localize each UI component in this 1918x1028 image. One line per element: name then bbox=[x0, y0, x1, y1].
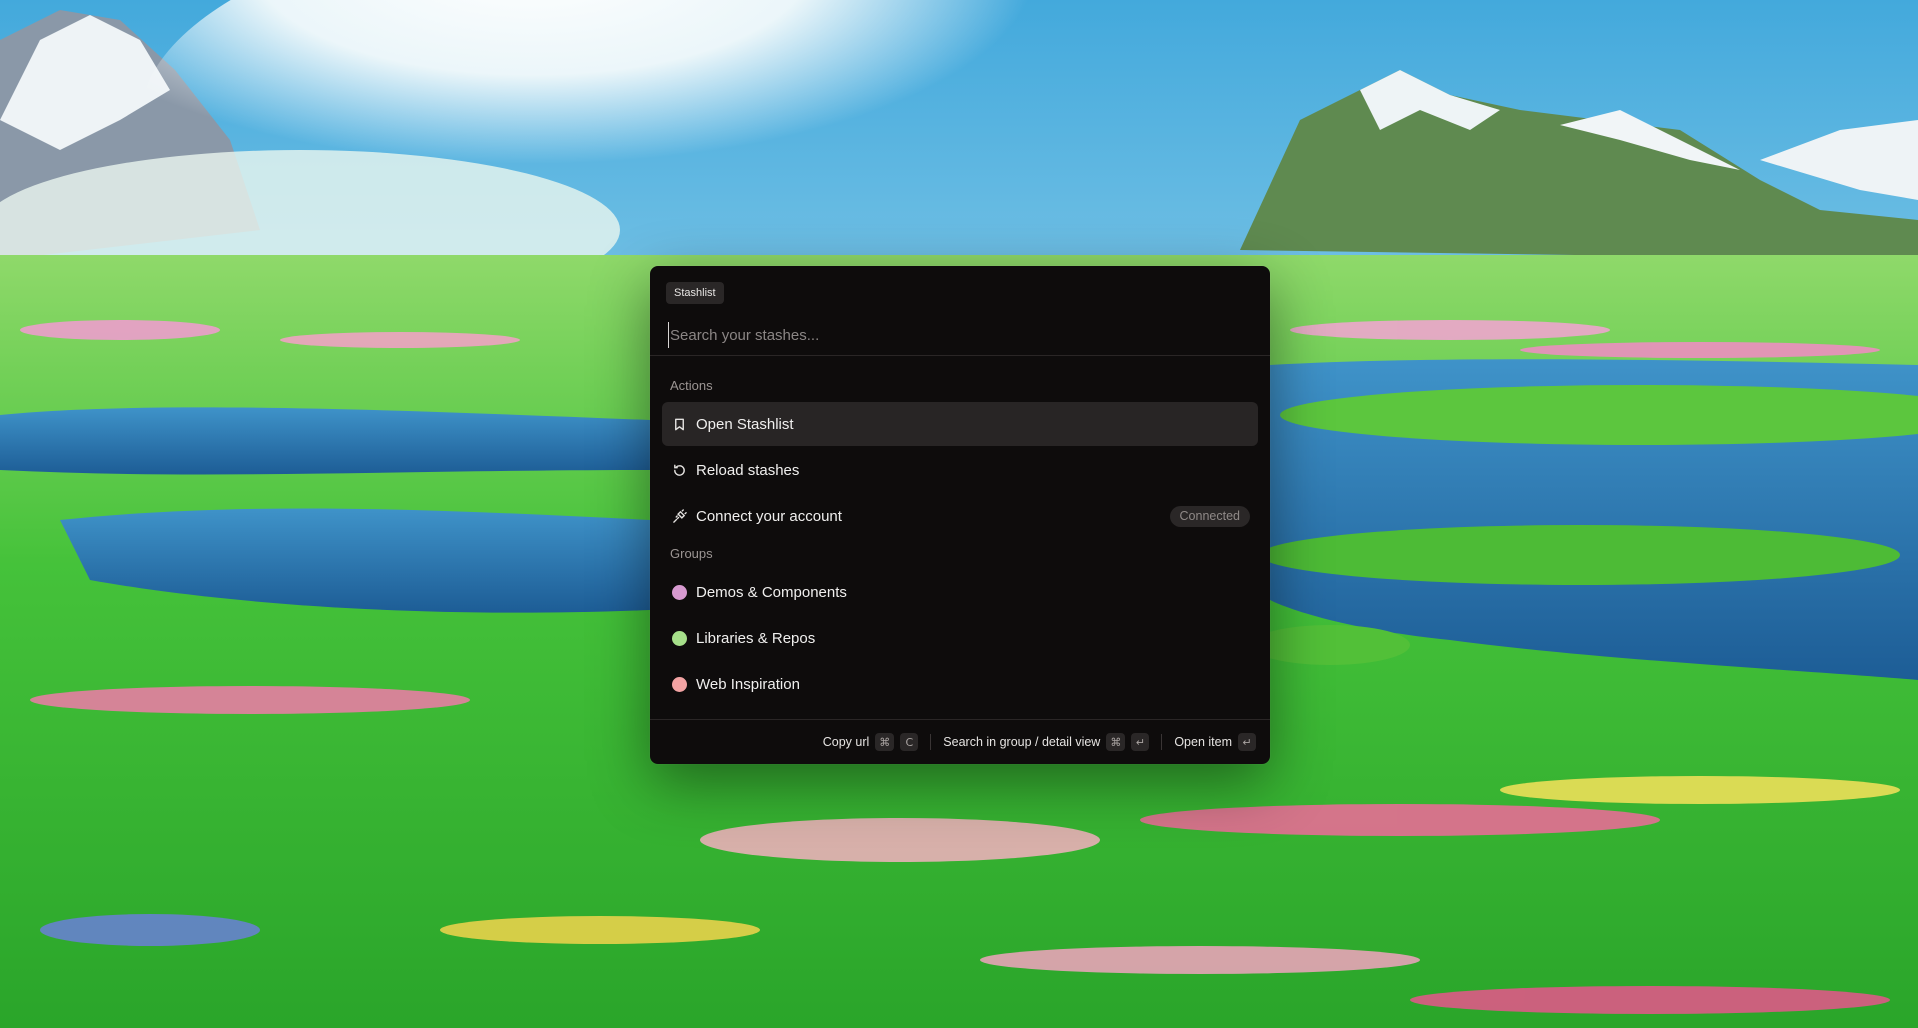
section-title-groups: Groups bbox=[670, 546, 713, 561]
search-input[interactable] bbox=[668, 322, 1248, 348]
section-title-actions: Actions bbox=[670, 378, 713, 393]
shortcut-label: Search in group / detail view bbox=[943, 735, 1101, 749]
action-reload-stashes[interactable]: Reload stashes bbox=[662, 448, 1258, 492]
enter-key-icon: ↵ bbox=[1131, 733, 1150, 751]
shortcut-open-item[interactable]: Open item ↵ bbox=[1174, 733, 1256, 751]
reload-icon bbox=[671, 462, 687, 478]
divider bbox=[1161, 734, 1163, 750]
shortcut-copy-url[interactable]: Copy url ⌘ C bbox=[823, 733, 919, 751]
divider bbox=[930, 734, 932, 750]
enter-key-icon: ↵ bbox=[1238, 733, 1256, 751]
action-open-stashlist[interactable]: Open Stashlist bbox=[662, 402, 1258, 446]
app-badge: Stashlist bbox=[666, 282, 724, 304]
bookmark-icon bbox=[671, 416, 687, 432]
action-connect-account[interactable]: Connect your account Connected bbox=[662, 494, 1258, 538]
command-key-icon: ⌘ bbox=[875, 733, 895, 751]
action-label: Reload stashes bbox=[696, 461, 800, 479]
group-color-dot-icon bbox=[671, 676, 687, 692]
shortcut-search-in-group[interactable]: Search in group / detail view ⌘ ↵ bbox=[943, 733, 1150, 751]
group-demos-components[interactable]: Demos & Components bbox=[662, 570, 1258, 614]
group-label: Demos & Components bbox=[696, 583, 847, 601]
action-label: Open Stashlist bbox=[696, 415, 794, 433]
connected-status-badge: Connected bbox=[1169, 506, 1250, 527]
shortcut-label: Open item bbox=[1174, 735, 1232, 749]
key-c: C bbox=[900, 733, 919, 751]
group-web-inspiration[interactable]: Web Inspiration bbox=[662, 662, 1258, 706]
shortcut-footer: Copy url ⌘ C Search in group / detail vi… bbox=[650, 719, 1270, 764]
search-bar bbox=[650, 314, 1270, 356]
group-label: Libraries & Repos bbox=[696, 629, 816, 647]
group-libraries-repos[interactable]: Libraries & Repos bbox=[662, 616, 1258, 660]
command-key-icon: ⌘ bbox=[1106, 733, 1126, 751]
group-label: Web Inspiration bbox=[696, 675, 800, 693]
action-label: Connect your account bbox=[696, 507, 842, 525]
plug-icon bbox=[671, 508, 687, 524]
group-color-dot-icon bbox=[671, 630, 687, 646]
shortcut-label: Copy url bbox=[822, 735, 870, 749]
group-color-dot-icon bbox=[671, 584, 687, 600]
command-palette: Stashlist Actions Open Stashlist Reload … bbox=[650, 266, 1270, 764]
